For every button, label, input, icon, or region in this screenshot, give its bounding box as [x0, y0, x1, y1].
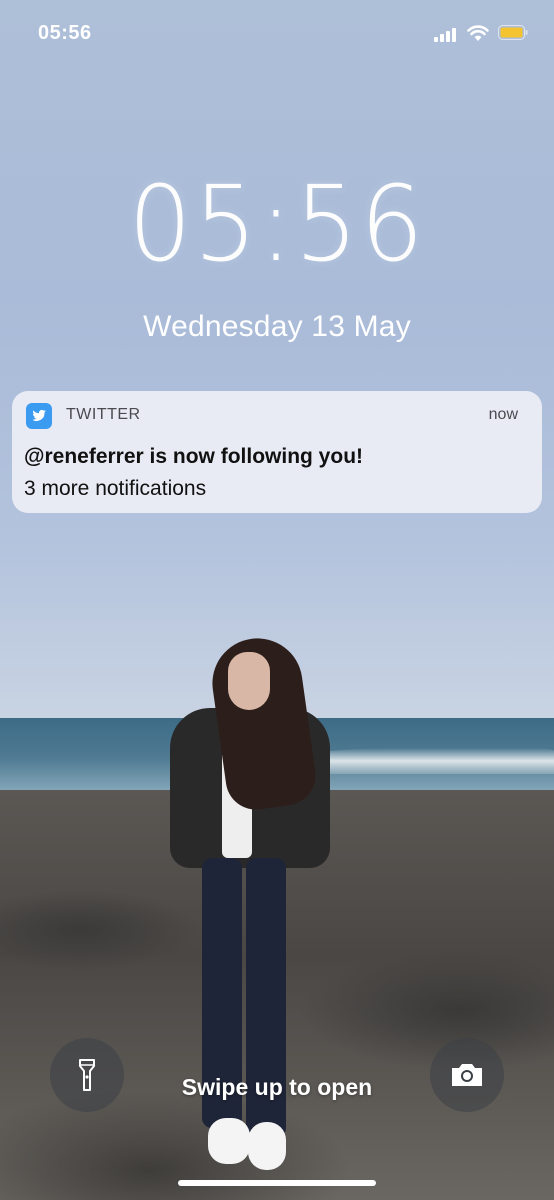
notification-title: @reneferrer is now following you!	[24, 445, 364, 468]
battery-icon	[498, 25, 528, 40]
notification-card[interactable]: TWITTER now @reneferrer is now following…	[12, 391, 542, 513]
notification-time: now	[488, 406, 518, 423]
wallpaper-person	[150, 630, 350, 1190]
home-indicator[interactable]	[178, 1180, 376, 1186]
status-bar-time: 05:56	[38, 22, 92, 44]
notification-app-name: TWITTER	[66, 406, 141, 423]
wifi-icon	[467, 25, 489, 41]
twitter-bird-icon	[26, 403, 52, 429]
signal-bars-icon	[434, 28, 456, 42]
swipe-up-hint: Swipe up to open	[181, 1074, 373, 1100]
lock-screen-clock: 05:56	[128, 163, 426, 285]
lock-screen-date: Wednesday 13 May	[143, 310, 411, 343]
notification-body: 3 more notifications	[24, 477, 207, 500]
